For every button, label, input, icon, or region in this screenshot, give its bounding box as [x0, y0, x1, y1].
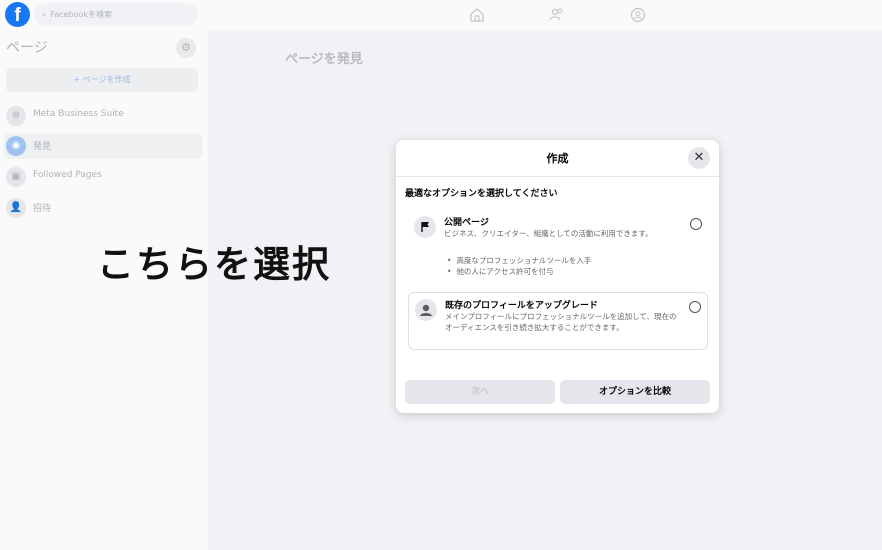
sidebar-item-label: Followed Pages — [33, 170, 102, 180]
compass-icon: ◉ — [6, 136, 26, 156]
sidebar: ページ ⚙ + ページを作成 ⊛ Meta Business Suite ◉ 発… — [0, 30, 208, 550]
page-title: ページを発見 — [285, 52, 363, 67]
friends-icon[interactable] — [547, 5, 567, 25]
like-icon: ▣ — [6, 167, 26, 187]
option-description: メインプロフィールにプロフェッショナルツールを追加して、現在のオーディエンスを引… — [445, 312, 677, 332]
profile-icon — [415, 299, 437, 321]
facebook-logo[interactable]: f — [5, 2, 30, 27]
option-title: 公開ページ — [444, 218, 489, 228]
divider — [396, 176, 719, 177]
sidebar-item-label: Meta Business Suite — [33, 109, 124, 119]
search-placeholder: Facebookを検索 — [50, 10, 113, 19]
next-button[interactable]: 次へ — [405, 380, 555, 404]
sidebar-item-discover[interactable]: ◉ 発見 — [4, 133, 202, 159]
option-upgrade-profile[interactable]: 既存のプロフィールをアップグレード メインプロフィールにプロフェッショナルツール… — [408, 292, 708, 350]
dialog-subtitle: 最適なオプションを選択してください — [405, 189, 558, 199]
option-radio[interactable] — [690, 218, 702, 230]
search-icon: ⌕ — [42, 10, 47, 19]
sidebar-item-followed-pages[interactable]: ▣ Followed Pages — [4, 164, 202, 190]
groups-icon[interactable] — [628, 5, 648, 25]
option-public-page[interactable]: 公開ページ ビジネス、クリエイター、組織としての活動に利用できます。 高度なプロ… — [408, 210, 708, 280]
bullet-item: 高度なプロフェッショナルツールを入手 — [444, 255, 591, 266]
settings-gear-icon[interactable]: ⚙ — [176, 38, 196, 58]
sidebar-item-label: 発見 — [33, 142, 52, 152]
option-description: ビジネス、クリエイター、組織としての活動に利用できます。 — [444, 229, 653, 238]
option-title: 既存のプロフィールをアップグレード — [445, 301, 598, 311]
sidebar-title: ページ — [6, 40, 48, 56]
sidebar-item-label: 招待 — [33, 204, 52, 214]
top-bar: f ⌕ Facebookを検索 — [0, 0, 882, 30]
flag-icon — [414, 216, 436, 238]
create-page-button[interactable]: + ページを作成 — [6, 68, 198, 92]
sidebar-item-invites[interactable]: 👤 招待 — [4, 195, 202, 221]
close-icon[interactable]: ✕ — [688, 147, 710, 169]
meta-business-icon: ⊛ — [6, 106, 26, 126]
dialog-title: 作成 — [546, 152, 569, 165]
option-bullets: 高度なプロフェッショナルツールを入手 他の人にアクセス許可を付与 — [444, 255, 591, 277]
invite-icon: 👤 — [6, 198, 26, 218]
bullet-item: 他の人にアクセス許可を付与 — [444, 266, 591, 277]
sidebar-item-meta-business-suite[interactable]: ⊛ Meta Business Suite — [4, 103, 202, 129]
annotation-label: こちらを選択 — [97, 243, 331, 286]
search-input[interactable]: ⌕ Facebookを検索 — [34, 3, 198, 26]
compare-options-button[interactable]: オプションを比較 — [560, 380, 710, 404]
home-icon[interactable] — [467, 5, 487, 25]
option-radio[interactable] — [689, 301, 701, 313]
